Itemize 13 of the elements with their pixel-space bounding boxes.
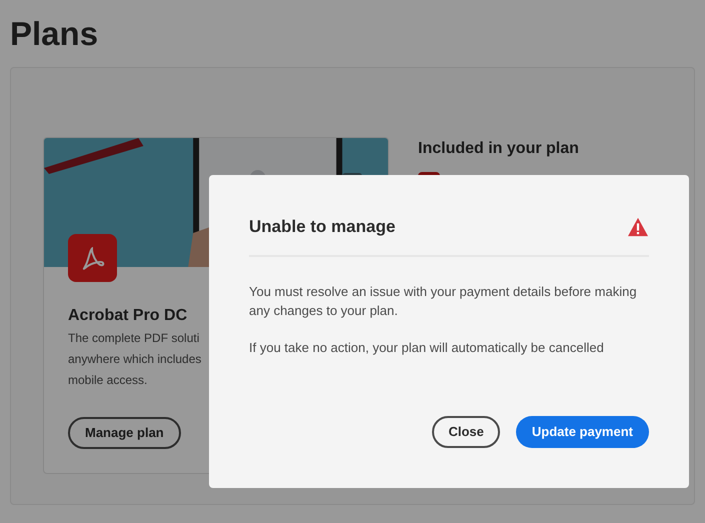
plan-description: anywhere which includes: [68, 351, 202, 368]
dialog-title: Unable to manage: [249, 216, 396, 238]
manage-plan-button[interactable]: Manage plan: [68, 417, 181, 449]
update-payment-button[interactable]: Update payment: [516, 416, 649, 448]
plan-name: Acrobat Pro DC: [68, 306, 188, 326]
dialog-message: If you take no action, your plan will automatically be cancelled: [249, 339, 605, 357]
page-title: Plans: [10, 14, 100, 54]
included-title: Included in your plan: [418, 139, 579, 159]
warning-icon: [627, 217, 649, 237]
plan-description: The complete PDF soluti: [68, 330, 200, 347]
plan-description: mobile access.: [68, 372, 148, 389]
close-button[interactable]: Close: [432, 416, 500, 448]
dialog-message: You must resolve an issue with your payment details before making any changes to your plan.: [249, 283, 638, 320]
